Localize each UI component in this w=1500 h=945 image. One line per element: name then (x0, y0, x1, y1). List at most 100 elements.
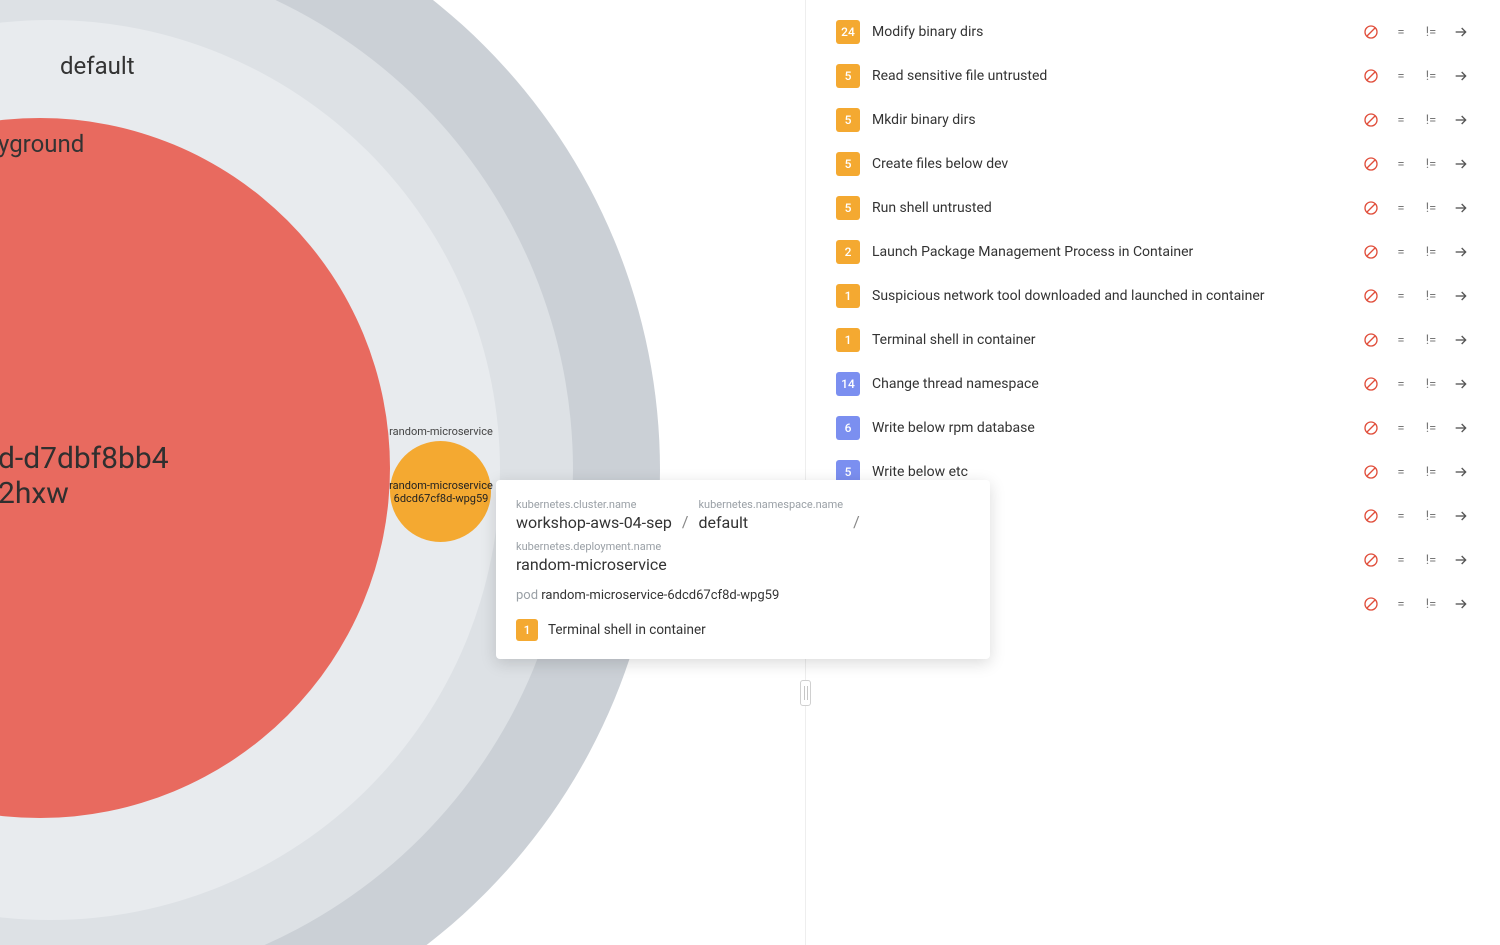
forbid-icon[interactable] (1362, 507, 1380, 525)
filter-not-equals-button[interactable]: != (1422, 595, 1440, 613)
arrow-right-icon[interactable] (1452, 595, 1470, 613)
forbid-icon[interactable] (1362, 243, 1380, 261)
filter-not-equals-button[interactable]: != (1422, 419, 1440, 437)
filter-equals-button[interactable]: = (1392, 199, 1410, 217)
forbid-icon[interactable] (1362, 155, 1380, 173)
forbid-icon[interactable] (1362, 463, 1380, 481)
event-actions: = != (1362, 419, 1470, 437)
forbid-icon[interactable] (1362, 287, 1380, 305)
filter-equals-button[interactable]: = (1392, 551, 1410, 569)
filter-not-equals-button[interactable]: != (1422, 463, 1440, 481)
filter-not-equals-button[interactable]: != (1422, 111, 1440, 129)
arrow-right-icon[interactable] (1452, 331, 1470, 349)
breadcrumb-namespace[interactable]: kubernetes.namespace.name default (698, 498, 843, 532)
filter-equals-button[interactable]: = (1392, 243, 1410, 261)
event-row[interactable]: 5Create files below dev=!= (806, 142, 1500, 186)
event-row[interactable]: 1Terminal shell in container=!= (806, 318, 1500, 362)
event-label: Modify binary dirs (872, 24, 1362, 40)
filter-equals-button[interactable]: = (1392, 155, 1410, 173)
event-label: Mkdir binary dirs (872, 112, 1362, 128)
event-row[interactable]: 1Suspicious network tool downloaded and … (806, 274, 1500, 318)
event-actions: = != (1362, 595, 1470, 613)
filter-not-equals-button[interactable]: != (1422, 67, 1440, 85)
forbid-icon[interactable] (1362, 331, 1380, 349)
arrow-right-icon[interactable] (1452, 551, 1470, 569)
arrow-right-icon[interactable] (1452, 243, 1470, 261)
forbid-icon[interactable] (1362, 199, 1380, 217)
microservice-deployment-label: random-microservice (381, 425, 501, 438)
filter-equals-button[interactable]: = (1392, 111, 1410, 129)
tooltip-event-label: Terminal shell in container (548, 622, 706, 638)
filter-equals-button[interactable]: = (1392, 23, 1410, 41)
arrow-right-icon[interactable] (1452, 375, 1470, 393)
pod-key: pod (516, 588, 538, 603)
forbid-icon[interactable] (1362, 67, 1380, 85)
forbid-icon[interactable] (1362, 419, 1380, 437)
event-label: Read sensitive file untrusted (872, 68, 1362, 84)
breadcrumb-deployment-val: random-microservice (516, 555, 667, 574)
breadcrumb: kubernetes.cluster.name workshop-aws-04-… (516, 498, 970, 574)
topology-visualization[interactable]: default yground d-d7dbf8bb4 2hxw random-… (0, 0, 805, 945)
filter-not-equals-button[interactable]: != (1422, 243, 1440, 261)
pod-main-label: d-d7dbf8bb4 2hxw (0, 442, 169, 511)
arrow-right-icon[interactable] (1452, 463, 1470, 481)
arrow-right-icon[interactable] (1452, 67, 1470, 85)
breadcrumb-deployment[interactable]: kubernetes.deployment.name random-micros… (516, 540, 667, 574)
filter-equals-button[interactable]: = (1392, 67, 1410, 85)
arrow-right-icon[interactable] (1452, 287, 1470, 305)
event-label: Run shell untrusted (872, 200, 1362, 216)
event-row[interactable]: 5Mkdir binary dirs=!= (806, 98, 1500, 142)
filter-not-equals-button[interactable]: != (1422, 507, 1440, 525)
filter-equals-button[interactable]: = (1392, 507, 1410, 525)
forbid-icon[interactable] (1362, 595, 1380, 613)
event-count-badge: 5 (836, 64, 860, 88)
filter-equals-button[interactable]: = (1392, 463, 1410, 481)
filter-not-equals-button[interactable]: != (1422, 331, 1440, 349)
arrow-right-icon[interactable] (1452, 155, 1470, 173)
breadcrumb-cluster-val: workshop-aws-04-sep (516, 513, 672, 532)
filter-equals-button[interactable]: = (1392, 287, 1410, 305)
node-tooltip: kubernetes.cluster.name workshop-aws-04-… (496, 480, 990, 659)
event-row[interactable]: 2Launch Package Management Process in Co… (806, 230, 1500, 274)
filter-equals-button[interactable]: = (1392, 375, 1410, 393)
tooltip-event-row[interactable]: 1 Terminal shell in container (516, 619, 970, 641)
event-row[interactable]: 5 Read sensitive file untrusted = != (806, 54, 1500, 98)
filter-not-equals-button[interactable]: != (1422, 23, 1440, 41)
arrow-right-icon[interactable] (1452, 23, 1470, 41)
forbid-icon[interactable] (1362, 23, 1380, 41)
filter-not-equals-button[interactable]: != (1422, 287, 1440, 305)
tooltip-event-count-badge: 1 (516, 619, 538, 641)
event-count-badge: 5 (836, 196, 860, 220)
arrow-right-icon[interactable] (1452, 199, 1470, 217)
arrow-right-icon[interactable] (1452, 111, 1470, 129)
event-row[interactable]: 24 Modify binary dirs = != (806, 10, 1500, 54)
event-label: Write below etc (872, 464, 1362, 480)
forbid-icon[interactable] (1362, 111, 1380, 129)
arrow-right-icon[interactable] (1452, 507, 1470, 525)
event-row[interactable]: 14Change thread namespace=!= (806, 362, 1500, 406)
forbid-icon[interactable] (1362, 375, 1380, 393)
pod-identifier: pod random-microservice-6dcd67cf8d-wpg59 (516, 588, 970, 603)
event-row[interactable]: 5 Run shell untrusted = != (806, 186, 1500, 230)
event-actions: = != (1362, 23, 1470, 41)
microservice-pod-label-line2: 6dcd67cf8d-wpg59 (394, 492, 489, 505)
event-label: Create files below dev (872, 156, 1362, 172)
event-row[interactable]: 6Write below rpm database=!= (806, 406, 1500, 450)
arrow-right-icon[interactable] (1452, 419, 1470, 437)
filter-not-equals-button[interactable]: != (1422, 155, 1440, 173)
filter-equals-button[interactable]: = (1392, 331, 1410, 349)
event-count-badge: 2 (836, 240, 860, 264)
filter-not-equals-button[interactable]: != (1422, 375, 1440, 393)
breadcrumb-separator: / (680, 512, 691, 532)
filter-not-equals-button[interactable]: != (1422, 199, 1440, 217)
filter-not-equals-button[interactable]: != (1422, 551, 1440, 569)
event-label: Suspicious network tool downloaded and l… (872, 288, 1362, 304)
microservice-pod-label-line1: random-microservice (389, 479, 493, 492)
forbid-icon[interactable] (1362, 551, 1380, 569)
deployment-label-partial: yground (0, 130, 84, 158)
filter-equals-button[interactable]: = (1392, 419, 1410, 437)
filter-equals-button[interactable]: = (1392, 595, 1410, 613)
event-count-badge: 24 (836, 20, 860, 44)
pod-main-label-line2: 2hxw (0, 476, 69, 511)
breadcrumb-cluster[interactable]: kubernetes.cluster.name workshop-aws-04-… (516, 498, 672, 532)
